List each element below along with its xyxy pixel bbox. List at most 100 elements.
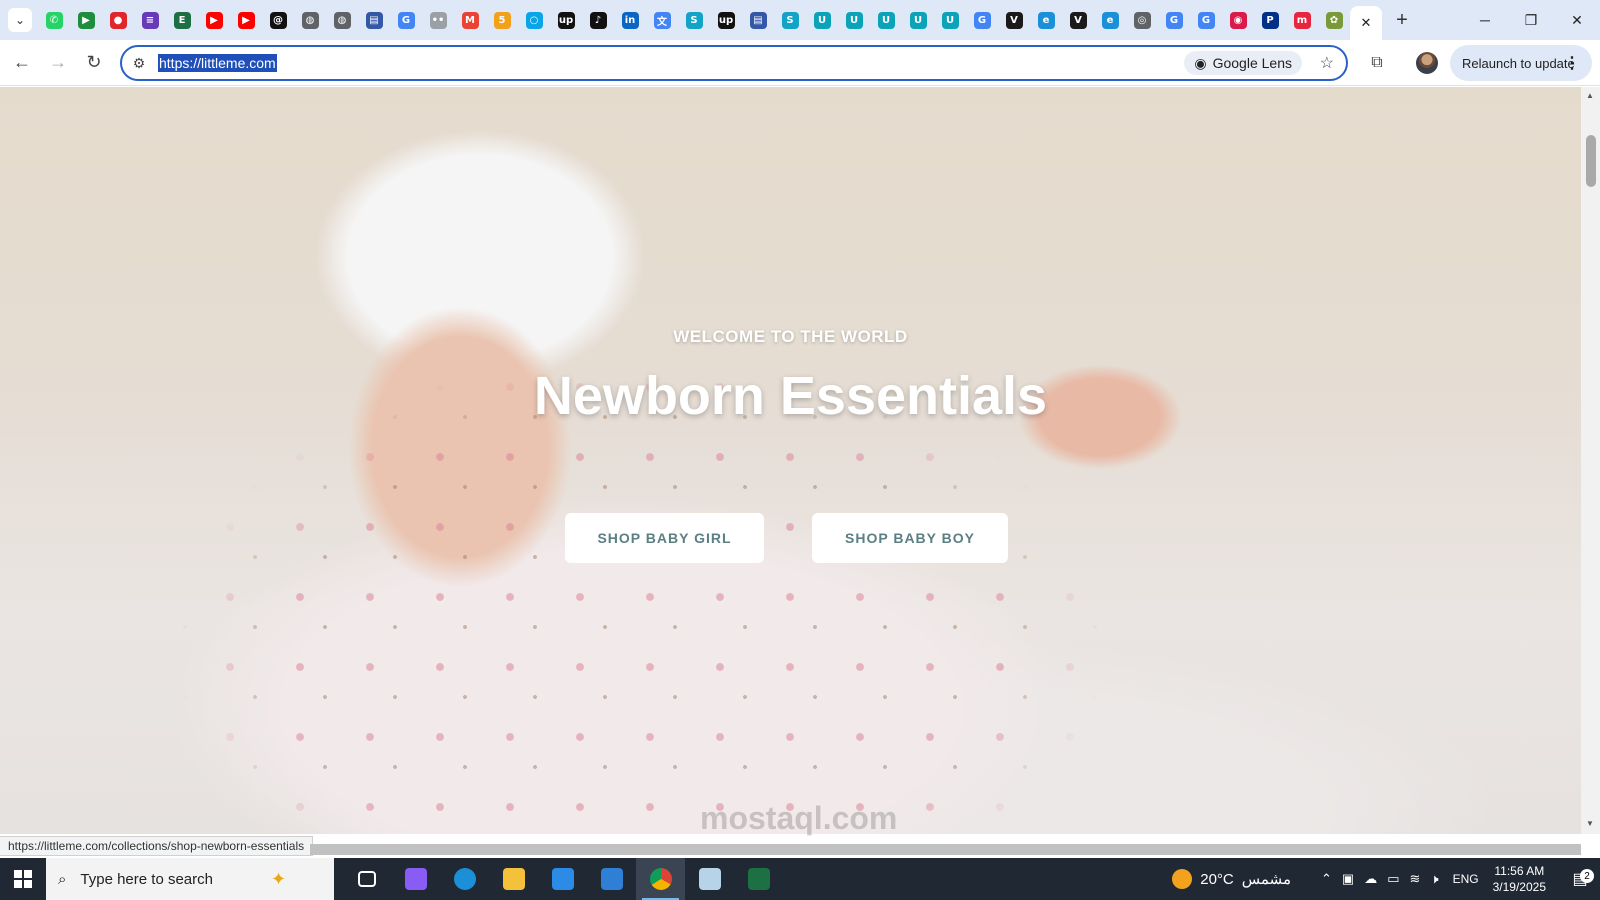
pinned-tab[interactable]: U [934,0,966,40]
pinned-tab[interactable]: ▶ [70,0,102,40]
back-button[interactable]: ← [4,45,40,81]
linkedin-icon: in [621,11,639,29]
weather-widget[interactable]: 20°C مشمس [1172,869,1291,889]
pinned-tab[interactable]: G [390,0,422,40]
taskbar-app[interactable] [685,858,734,900]
u-app-icon: U [909,11,927,29]
taskbar-app[interactable] [587,858,636,900]
pinned-tab[interactable]: E [166,0,198,40]
pinned-tab[interactable]: ≡ [134,0,166,40]
pinned-tab[interactable]: U [806,0,838,40]
pinned-tab[interactable]: ✿ [1318,0,1350,40]
pinned-tab[interactable]: e [1094,0,1126,40]
pinned-tab[interactable]: G [1190,0,1222,40]
pinned-tab[interactable]: M [454,0,486,40]
shop-baby-boy-button[interactable]: SHOP BABY BOY [812,513,1008,563]
pinned-tab[interactable]: U [902,0,934,40]
more-menu-icon[interactable]: ⋮ [1564,53,1580,73]
arrow-left-icon: ← [13,52,31,72]
pinned-tab[interactable]: 文 [646,0,678,40]
taskbar-app[interactable] [342,858,391,900]
pinned-tab[interactable]: m [1286,0,1318,40]
pinned-tab[interactable]: in [614,0,646,40]
u-app-icon: U [941,11,959,29]
pinned-tab[interactable]: up [710,0,742,40]
meet-now-icon[interactable]: ▣ [1342,871,1354,887]
new-tab-button[interactable]: + [1386,4,1418,36]
chrome-icon: ◎ [1133,11,1151,29]
battery-icon[interactable]: ▭ [1387,871,1399,887]
start-button[interactable] [0,858,46,900]
extensions-button[interactable]: ⧉ [1360,46,1394,80]
wifi-icon[interactable]: ≋ [1409,871,1420,887]
sun-icon [1172,869,1193,889]
pinned-tab[interactable]: G [1158,0,1190,40]
minimize-button[interactable]: ─ [1462,0,1508,40]
forward-button[interactable]: → [40,45,76,81]
avatar[interactable] [1416,52,1438,74]
scroll-down-icon[interactable]: ▼ [1586,819,1594,828]
youtube-icon: ▶ [237,11,255,29]
pinned-tab[interactable]: V [1062,0,1094,40]
pinned-tab[interactable]: 5 [486,0,518,40]
clock[interactable]: 11:56 AM 3/19/2025 [1493,863,1546,895]
pinned-tab[interactable]: •• [422,0,454,40]
tab-search-button[interactable]: ⌄ [8,8,32,32]
pinned-tab[interactable]: P [1254,0,1286,40]
pinned-tab[interactable]: ▤ [358,0,390,40]
pinned-tab[interactable]: S [678,0,710,40]
address-bar[interactable]: ⚙ https://littleme.com ◉ Google Lens ☆ [120,45,1348,81]
pinned-tab[interactable]: G [966,0,998,40]
pinned-tab[interactable]: S [774,0,806,40]
active-tab-close[interactable]: ✕ [1350,6,1382,40]
pinned-tab[interactable]: V [998,0,1030,40]
shop-baby-girl-button[interactable]: SHOP BABY GIRL [565,513,764,563]
v-app-icon: V [1069,11,1087,29]
volume-muted-icon[interactable]: 🕨 [1430,871,1438,887]
pinned-tab[interactable]: ◍ [294,0,326,40]
five-icon: 5 [493,11,511,29]
pinned-tab[interactable]: ▶ [230,0,262,40]
taskbar-search[interactable]: ⌕ Type here to search ✦ [46,858,334,900]
relaunch-button[interactable]: Relaunch to update ⋮ [1450,45,1592,81]
google-icon: G [397,11,415,29]
chevron-up-icon[interactable]: ⌃ [1321,871,1332,887]
horizontal-scrollbar[interactable] [310,844,1581,855]
taskbar-app[interactable] [440,858,489,900]
reload-button[interactable]: ↻ [76,45,112,81]
pinned-tab[interactable]: ◎ [1126,0,1158,40]
taskbar-app[interactable] [636,858,685,900]
pinned-tab[interactable]: ▤ [742,0,774,40]
google-lens-button[interactable]: ◉ Google Lens [1184,51,1302,75]
notifications-button[interactable]: ▤ 2 [1560,869,1600,889]
address-url[interactable]: https://littleme.com [158,54,277,72]
pinned-tab[interactable]: ✆ [38,0,70,40]
scrollbar-thumb[interactable] [1586,135,1596,187]
pinned-tab[interactable]: ◍ [326,0,358,40]
taskbar-app[interactable] [489,858,538,900]
pinned-tab[interactable]: ♪ [582,0,614,40]
onedrive-icon[interactable]: ☁ [1364,871,1377,887]
language-indicator[interactable]: ENG [1453,872,1479,886]
pinned-tab[interactable]: ◉ [1222,0,1254,40]
pinned-tab[interactable]: @ [262,0,294,40]
bookmark-star-icon[interactable]: ☆ [1320,53,1334,73]
pinned-tab[interactable]: ○ [518,0,550,40]
restore-button[interactable]: ❐ [1508,0,1554,40]
taskbar-app[interactable] [734,858,783,900]
s-app-icon: S [685,11,703,29]
pinned-tab[interactable]: up [550,0,582,40]
pinned-tab[interactable]: e [1030,0,1062,40]
site-info-button[interactable]: ⚙ [122,55,156,72]
pinned-tab[interactable]: ▶ [198,0,230,40]
vertical-scrollbar[interactable]: ▲ ▼ [1581,87,1600,834]
taskbar-app[interactable] [391,858,440,900]
pinned-tab[interactable]: U [870,0,902,40]
pinned-tab[interactable]: U [838,0,870,40]
pinned-tab[interactable]: ● [102,0,134,40]
close-window-button[interactable]: ✕ [1554,0,1600,40]
edge-icon: e [1037,11,1055,29]
scroll-up-icon[interactable]: ▲ [1586,91,1594,100]
taskbar-app[interactable] [538,858,587,900]
google-icon: G [1197,11,1215,29]
